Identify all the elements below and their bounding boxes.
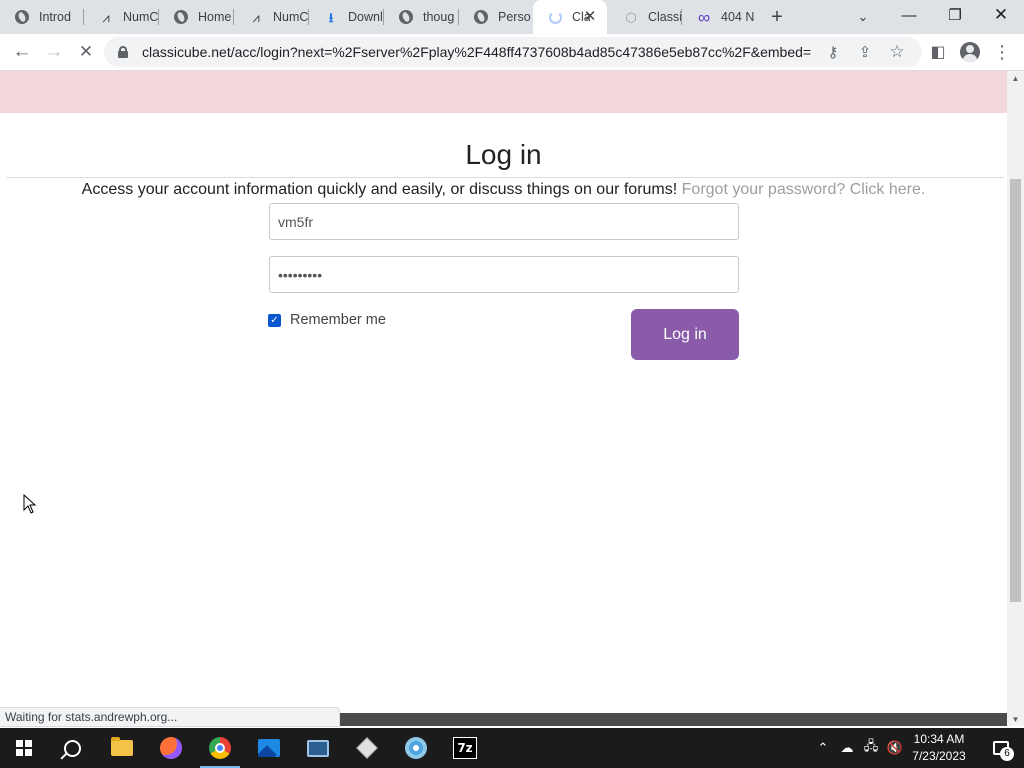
tab-label: Classi <box>648 10 681 24</box>
bookmark-star-icon[interactable]: ☆ <box>885 40 909 64</box>
tab-label: Introd <box>39 10 71 24</box>
tab-search-chevron-icon[interactable]: ⌄ <box>849 3 877 31</box>
password-field[interactable] <box>269 256 739 293</box>
7zip-label: 7z <box>453 737 477 759</box>
lock-icon <box>118 46 128 58</box>
globe-icon <box>14 9 30 25</box>
profile-avatar-icon[interactable] <box>956 38 984 66</box>
menu-kebab-icon[interactable]: ⋮ <box>988 38 1016 66</box>
package-icon[interactable] <box>343 728 391 768</box>
scroll-up-arrow-icon[interactable]: ▲ <box>1011 74 1020 83</box>
system-clock[interactable]: 10:34 AM 7/23/2023 <box>905 731 973 765</box>
action-center-button[interactable]: 6 <box>978 728 1024 768</box>
tab-2[interactable]: ⩘ NumC <box>84 0 158 34</box>
clock-date: 7/23/2023 <box>912 749 966 763</box>
notification-icon: 6 <box>993 741 1014 761</box>
cube-icon: ⬡ <box>625 9 637 25</box>
notice-banner <box>0 71 1007 113</box>
url-text[interactable]: classicube.net/acc/login?next=%2Fserver%… <box>142 44 812 60</box>
tab-close-icon[interactable]: ✕ <box>582 9 598 25</box>
infinity-icon: ∞ <box>697 7 711 27</box>
7zip-icon[interactable]: 7z <box>441 728 489 768</box>
tab-4[interactable]: ⩘ NumC <box>234 0 308 34</box>
username-field[interactable] <box>269 203 739 240</box>
new-tab-button[interactable]: + <box>763 3 791 31</box>
loading-spinner-icon <box>547 9 563 25</box>
windows-taskbar: 7z ⌃ ☁ 🖧 🔇 10:34 AM 7/23/2023 6 <box>0 728 1024 768</box>
tab-7[interactable]: Persor <box>459 0 531 34</box>
intro-text: Access your account information quickly … <box>81 181 678 198</box>
close-window-button[interactable]: ✕ <box>978 0 1024 30</box>
page-title: Log in <box>465 139 542 170</box>
tab-label: NumC <box>123 10 158 24</box>
numc-icon: ⩘ <box>102 9 110 25</box>
tab-9[interactable]: ⬡ Classi <box>609 0 681 34</box>
side-panel-icon[interactable]: ◧ <box>924 38 952 66</box>
firefox-icon[interactable] <box>147 728 195 768</box>
remember-me-option[interactable]: ✓ Remember me <box>268 312 386 328</box>
disc-burner-icon[interactable] <box>392 728 440 768</box>
globe-icon <box>173 9 189 25</box>
intro-paragraph: Access your account information quickly … <box>0 181 1007 199</box>
notification-count-badge: 6 <box>1000 747 1014 761</box>
forward-button[interactable]: → <box>40 38 68 66</box>
scroll-down-arrow-icon[interactable]: ▼ <box>1011 715 1020 724</box>
download-icon: ⭳ <box>328 9 334 25</box>
file-explorer-icon[interactable] <box>98 728 146 768</box>
status-bubble: Waiting for stats.andrewph.org... <box>0 707 340 727</box>
remote-desktop-icon[interactable] <box>294 728 342 768</box>
tab-5[interactable]: ⭳ Downl <box>309 0 383 34</box>
back-button[interactable]: ← <box>8 38 36 66</box>
chrome-icon[interactable] <box>196 728 244 768</box>
clock-time: 10:34 AM <box>913 732 965 746</box>
share-icon[interactable]: ⇪ <box>853 40 877 64</box>
title-divider <box>6 177 1004 178</box>
tab-1[interactable]: Introd <box>0 0 82 34</box>
login-button[interactable]: Log in <box>631 309 739 360</box>
mouse-cursor-icon <box>23 494 37 514</box>
tab-6[interactable]: thoug <box>384 0 458 34</box>
tab-3[interactable]: Home <box>159 0 233 34</box>
numc-icon: ⩘ <box>252 9 260 25</box>
search-icon[interactable] <box>48 728 96 768</box>
restore-button[interactable]: ❐ <box>932 0 978 30</box>
stop-loading-button[interactable]: ✕ <box>72 38 100 66</box>
tab-label: Home <box>198 10 232 24</box>
tab-label: Persor <box>498 10 531 24</box>
globe-icon <box>473 9 489 25</box>
photos-icon[interactable] <box>245 728 293 768</box>
page-viewport: Log in Access your account information q… <box>0 71 1007 713</box>
address-bar[interactable]: classicube.net/acc/login?next=%2Fserver%… <box>104 37 922 67</box>
page-scrollbar[interactable]: ▲ ▼ <box>1007 71 1024 726</box>
minimize-button[interactable]: — <box>886 0 932 30</box>
forgot-password-link[interactable]: Forgot your password? Click here. <box>682 181 926 198</box>
tab-label: NumC <box>273 10 308 24</box>
tab-strip: Introd ⩘ NumC Home ⩘ NumC ⭳ Downl thoug … <box>0 0 1024 34</box>
start-icon[interactable] <box>0 728 48 768</box>
tray-expand-chevron-icon[interactable]: ⌃ <box>812 728 834 768</box>
tab-10[interactable]: ∞ 404 N <box>682 0 754 34</box>
tab-label: 404 N <box>721 10 754 24</box>
tab-label: thoug <box>423 10 455 24</box>
onedrive-sync-icon[interactable]: ☁ <box>836 728 858 768</box>
key-icon[interactable]: ⚷ <box>821 40 845 64</box>
remember-me-checkbox[interactable]: ✓ <box>268 313 281 327</box>
network-icon[interactable]: 🖧 <box>860 728 882 768</box>
browser-toolbar: ← → ✕ classicube.net/acc/login?next=%2Fs… <box>0 34 1024 71</box>
remember-me-label: Remember me <box>290 312 386 328</box>
volume-muted-icon[interactable]: 🔇 <box>884 728 906 768</box>
tab-label: Downl <box>348 10 383 24</box>
globe-icon <box>398 9 414 25</box>
scroll-thumb[interactable] <box>1010 179 1021 602</box>
